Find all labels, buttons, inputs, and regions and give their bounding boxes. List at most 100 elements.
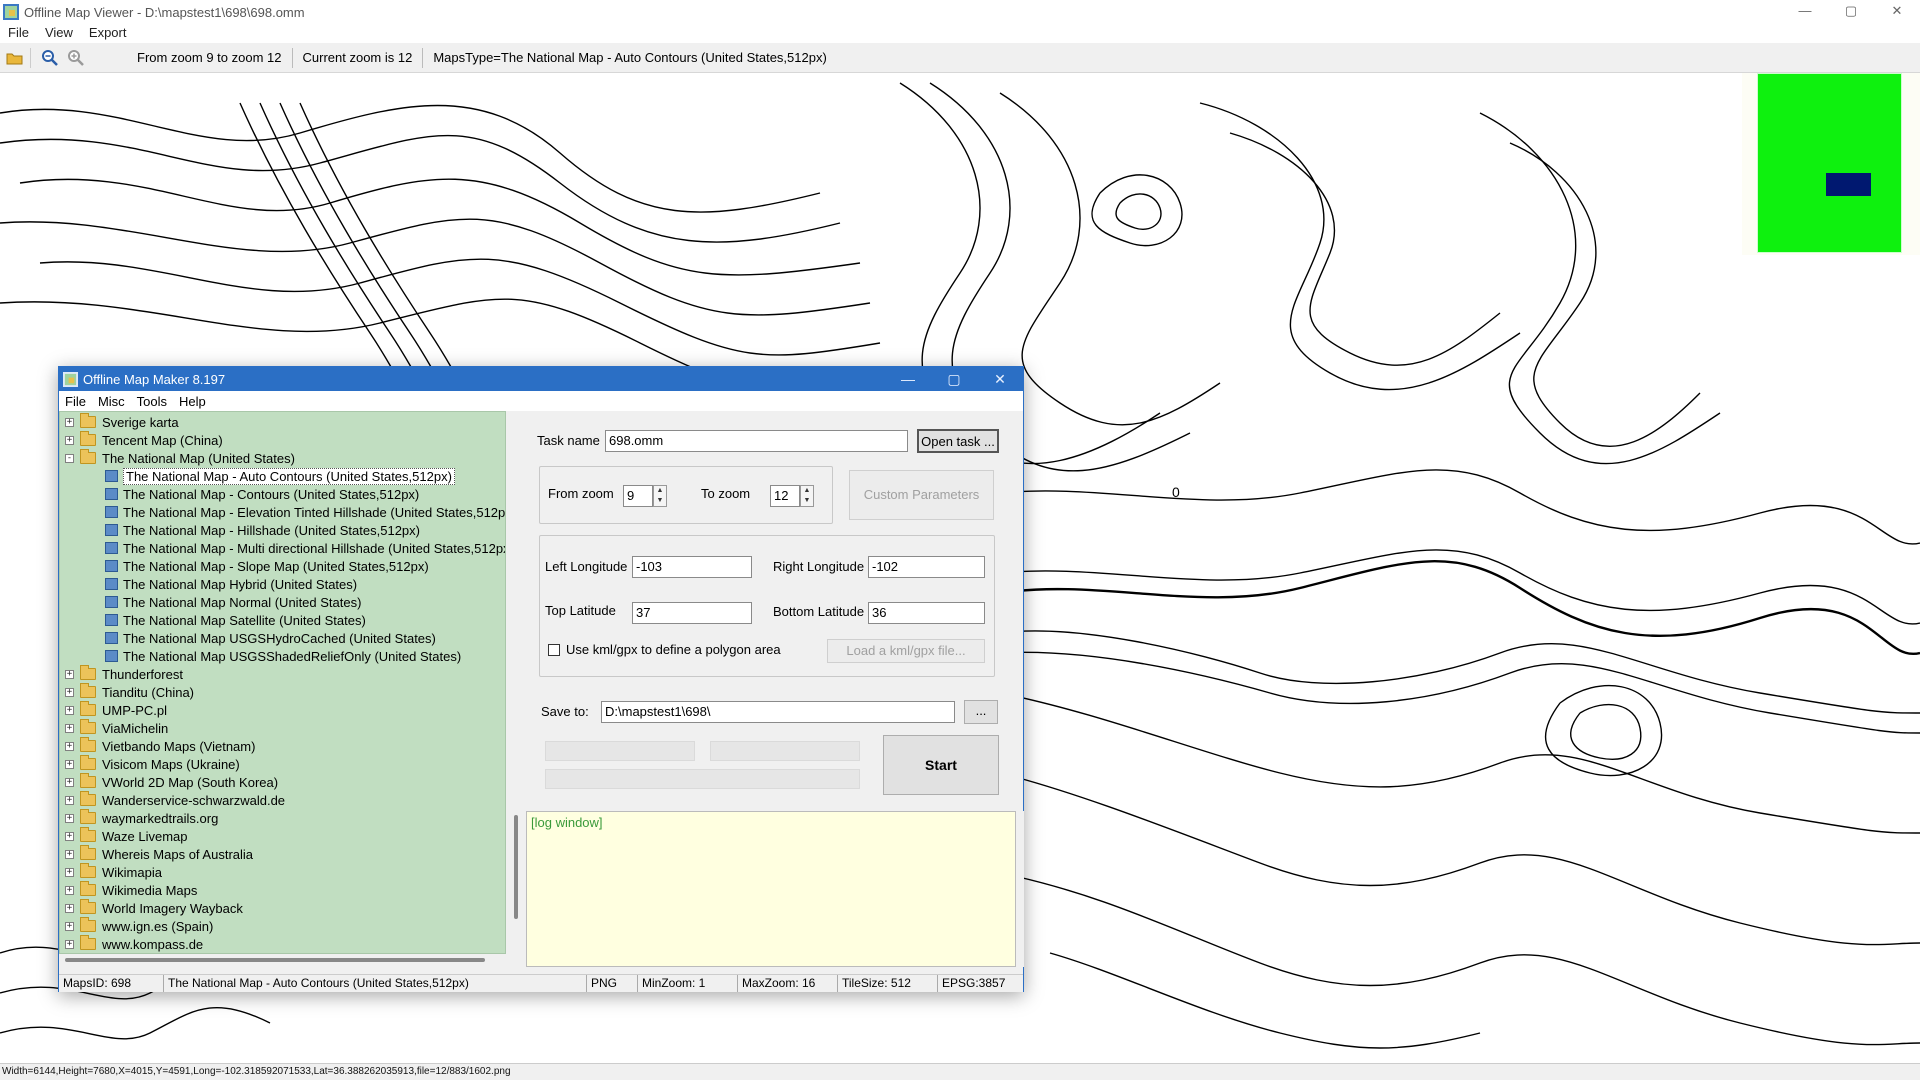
map-label-zero: 0	[1172, 484, 1180, 500]
tree-item[interactable]: + Sverige karta	[65, 413, 179, 431]
from-zoom-spinner[interactable]: ▲ ▼	[653, 485, 667, 507]
map-source-tree[interactable]: + Sverige karta + Tencent Map (China) - The N…	[59, 411, 506, 954]
tree-item[interactable]: The National Map - Multi directional Hil…	[105, 539, 505, 557]
task-name-input[interactable]: 698.omm	[605, 430, 908, 452]
expand-icon[interactable]: +	[65, 741, 74, 751]
status-min-zoom: MinZoom: 1	[638, 975, 738, 992]
tree-hscroll-thumb[interactable]	[65, 958, 485, 962]
to-zoom-spinner[interactable]: ▲ ▼	[800, 485, 814, 507]
up-arrow-icon[interactable]: ▲	[654, 486, 666, 496]
kml-checkbox[interactable]	[548, 644, 560, 656]
tree-item[interactable]: The National Map Normal (United States)	[105, 593, 361, 611]
tree-item[interactable]: + Whereis Maps of Australia	[65, 845, 253, 863]
tree-item[interactable]: The National Map USGSShadedReliefOnly (U…	[105, 647, 461, 665]
expand-icon[interactable]: +	[65, 417, 74, 427]
minimap-viewport[interactable]	[1826, 173, 1871, 196]
zoom-out-icon[interactable]	[39, 47, 61, 69]
expand-icon[interactable]: +	[65, 435, 74, 445]
tree-item[interactable]: The National Map - Elevation Tinted Hill…	[105, 503, 505, 521]
tree-item-label: The National Map (United States)	[102, 450, 295, 466]
dialog-menu-tools[interactable]: Tools	[131, 394, 173, 409]
up-arrow-icon[interactable]: ▲	[801, 486, 813, 496]
tree-item[interactable]: + World Imagery Wayback	[65, 899, 243, 917]
tree-item[interactable]: + Wikimapia	[65, 863, 162, 881]
bottom-latitude-input[interactable]: 36	[868, 602, 985, 624]
tree-item[interactable]: + www.ign.es (Spain)	[65, 917, 213, 935]
tree-item[interactable]: + Wikimedia Maps	[65, 881, 197, 899]
expand-icon[interactable]: +	[65, 669, 74, 679]
open-folder-icon[interactable]	[4, 47, 26, 69]
tree-item[interactable]: The National Map - Contours (United Stat…	[105, 485, 419, 503]
tree-item[interactable]: The National Map - Auto Contours (United…	[105, 467, 455, 485]
tree-item[interactable]: The National Map Hybrid (United States)	[105, 575, 357, 593]
maximize-button[interactable]: ▢	[1828, 0, 1874, 24]
tree-item[interactable]: The National Map - Hillshade (United Sta…	[105, 521, 420, 539]
load-kml-button[interactable]: Load a kml/gpx file...	[827, 639, 985, 663]
top-latitude-input[interactable]: 37	[632, 602, 752, 624]
browse-button[interactable]: ...	[964, 700, 998, 724]
dialog-menu-misc[interactable]: Misc	[92, 394, 131, 409]
dialog-menu-file[interactable]: File	[59, 394, 92, 409]
tree-item[interactable]: - The National Map (United States)	[65, 449, 295, 467]
expand-icon[interactable]: +	[65, 831, 74, 841]
tree-item[interactable]: + Tencent Map (China)	[65, 431, 223, 449]
tree-item[interactable]: + www.kompass.de	[65, 935, 203, 953]
expand-icon[interactable]: +	[65, 849, 74, 859]
from-zoom-input[interactable]: 9	[623, 485, 653, 507]
expand-icon[interactable]: +	[65, 687, 74, 697]
tree-horizontal-scrollbar[interactable]	[59, 954, 506, 966]
expand-icon[interactable]: +	[65, 777, 74, 787]
tree-item[interactable]: + waymarkedtrails.org	[65, 809, 218, 827]
map-layer-icon	[105, 596, 118, 608]
tree-item[interactable]: + Thunderforest	[65, 665, 183, 683]
tree-vertical-scrollbar[interactable]	[508, 411, 526, 954]
tree-item-label: Vietbando Maps (Vietnam)	[102, 738, 256, 754]
dialog-menu-help[interactable]: Help	[173, 394, 212, 409]
right-longitude-input[interactable]: -102	[868, 556, 985, 578]
menu-export[interactable]: Export	[81, 25, 135, 40]
expand-icon[interactable]: +	[65, 723, 74, 733]
tree-item[interactable]: + Tianditu (China)	[65, 683, 194, 701]
expand-icon[interactable]: +	[65, 795, 74, 805]
close-button[interactable]: ✕	[1874, 0, 1920, 24]
menu-view[interactable]: View	[37, 25, 81, 40]
tree-item[interactable]: + ViaMichelin	[65, 719, 168, 737]
tree-item[interactable]: + Visicom Maps (Ukraine)	[65, 755, 240, 773]
tree-item[interactable]: + VWorld 2D Map (South Korea)	[65, 773, 278, 791]
minimap[interactable]	[1742, 73, 1920, 255]
expand-icon[interactable]: +	[65, 759, 74, 769]
expand-icon[interactable]: +	[65, 705, 74, 715]
log-scrollbar[interactable]	[1016, 811, 1024, 967]
tree-item[interactable]: The National Map - Slope Map (United Sta…	[105, 557, 429, 575]
dialog-minimize-button[interactable]: —	[885, 367, 931, 391]
left-longitude-input[interactable]: -103	[632, 556, 752, 578]
minimize-button[interactable]: —	[1782, 0, 1828, 24]
window-title: Offline Map Viewer - D:\mapstest1\698\69…	[24, 4, 305, 20]
down-arrow-icon[interactable]: ▼	[654, 496, 666, 506]
tree-item[interactable]: + Vietbando Maps (Vietnam)	[65, 737, 255, 755]
tree-scroll-thumb[interactable]	[514, 815, 518, 919]
expand-icon[interactable]: +	[65, 867, 74, 877]
custom-parameters-button[interactable]: Custom Parameters	[849, 470, 994, 520]
zoom-in-icon[interactable]	[65, 47, 87, 69]
tree-item[interactable]: The National Map Satellite (United State…	[105, 611, 366, 629]
tree-item[interactable]: + Wanderservice-schwarzwald.de	[65, 791, 285, 809]
expand-icon[interactable]: +	[65, 885, 74, 895]
tree-item[interactable]: The National Map USGSHydroCached (United…	[105, 629, 436, 647]
save-to-input[interactable]: D:\mapstest1\698\	[601, 701, 955, 723]
tree-item[interactable]: + Waze Livemap	[65, 827, 188, 845]
log-window[interactable]: [log window]	[526, 811, 1016, 967]
open-task-button[interactable]: Open task ...	[917, 429, 999, 453]
collapse-icon[interactable]: -	[65, 453, 74, 463]
expand-icon[interactable]: +	[65, 813, 74, 823]
tree-item[interactable]: + UMP-PC.pl	[65, 701, 167, 719]
expand-icon[interactable]: +	[65, 903, 74, 913]
expand-icon[interactable]: +	[65, 939, 74, 949]
start-button[interactable]: Start	[883, 735, 999, 795]
down-arrow-icon[interactable]: ▼	[801, 496, 813, 506]
dialog-close-button[interactable]: ✕	[977, 367, 1023, 391]
expand-icon[interactable]: +	[65, 921, 74, 931]
menu-file[interactable]: File	[0, 25, 37, 40]
to-zoom-input[interactable]: 12	[770, 485, 800, 507]
dialog-maximize-button[interactable]: ▢	[931, 367, 977, 391]
